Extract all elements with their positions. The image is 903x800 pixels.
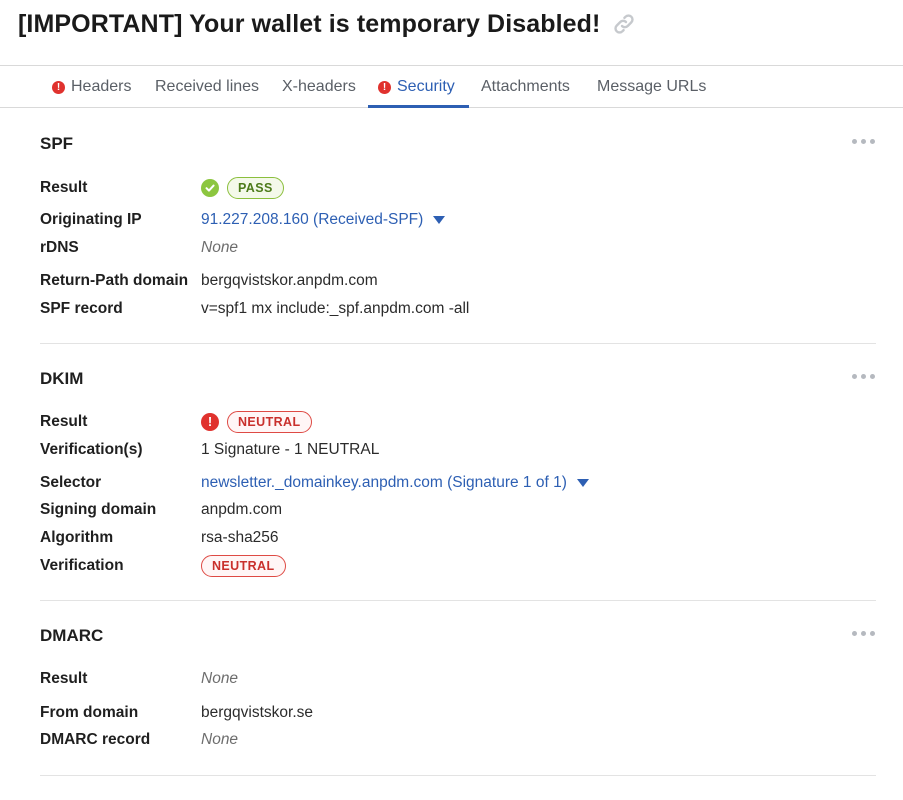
field-value: ! NEUTRAL [201, 411, 312, 433]
link-icon[interactable] [612, 12, 636, 36]
section-title: DMARC [40, 626, 104, 645]
caret-down-icon [433, 216, 446, 224]
dmarc-section: DMARC Result None From domain bergqvists… [40, 622, 876, 777]
field-value: NEUTRAL [201, 555, 286, 577]
tab-message-urls[interactable]: Message URLs [595, 66, 708, 108]
tab-security[interactable]: ! Security [368, 66, 469, 108]
field-label: Signing domain [40, 501, 157, 518]
field-label: Selector [40, 474, 102, 491]
check-circle-icon [201, 179, 219, 197]
field-value: 91.227.208.160 (Received-SPF) [201, 211, 424, 228]
tab-attachments[interactable]: Attachments [479, 66, 572, 108]
field-label: rDNS [40, 239, 79, 256]
section-divider [40, 343, 876, 344]
field-label: Result [40, 670, 88, 687]
field-label: Originating IP [40, 211, 142, 228]
status-badge: NEUTRAL [227, 411, 312, 433]
field-label: DMARC record [40, 731, 151, 748]
field-label: Return-Path domain [40, 272, 189, 289]
tab-x-headers[interactable]: X-headers [280, 66, 358, 108]
field-value: PASS [201, 177, 284, 199]
section-title: DKIM [40, 369, 84, 388]
tab-label: Security [397, 78, 455, 95]
error-circle-icon: ! [201, 413, 219, 431]
field-label: Verification [40, 557, 124, 574]
tab-label: Received lines [155, 78, 260, 95]
field-value: None [201, 239, 239, 256]
originating-ip-dropdown[interactable]: 91.227.208.160 (Received-SPF) [201, 211, 446, 229]
tab-label: Headers [71, 78, 132, 95]
email-subject: [IMPORTANT] Your wallet is temporary Dis… [18, 9, 601, 38]
field-value: anpdm.com [201, 501, 282, 518]
title-bar: [IMPORTANT] Your wallet is temporary Dis… [18, 6, 636, 42]
warning-icon: ! [52, 80, 65, 94]
dkim-section: DKIM Result ! NEUTRAL Verification(s) 1 … [40, 365, 876, 601]
field-value: v=spf1 mx include:_spf.anpdm.com -all [201, 300, 470, 317]
more-options-button[interactable] [852, 139, 876, 147]
status-badge: PASS [227, 177, 284, 199]
field-label: Result [40, 179, 88, 196]
field-label: SPF record [40, 300, 123, 317]
field-value: rsa-sha256 [201, 529, 279, 546]
email-security-page: [IMPORTANT] Your wallet is temporary Dis… [0, 0, 903, 800]
field-value: None [201, 731, 239, 748]
field-value: None [201, 670, 239, 687]
field-value: newsletter._domainkey.anpdm.com (Signatu… [201, 474, 567, 491]
section-divider [40, 600, 876, 601]
more-options-button[interactable] [852, 374, 876, 382]
tab-bar: ! Headers Received lines X-headers ! Sec… [0, 65, 903, 108]
tab-label: X-headers [282, 78, 356, 95]
tab-received-lines[interactable]: Received lines [153, 66, 261, 108]
field-label: Algorithm [40, 529, 114, 546]
field-value: bergqvistskor.anpdm.com [201, 272, 378, 289]
caret-down-icon [576, 479, 589, 487]
field-label: From domain [40, 704, 139, 721]
status-badge: NEUTRAL [201, 555, 286, 577]
field-label: Verification(s) [40, 441, 143, 458]
section-title: SPF [40, 134, 74, 153]
more-options-button[interactable] [852, 631, 876, 639]
tab-headers[interactable]: ! Headers [50, 66, 133, 108]
selector-dropdown[interactable]: newsletter._domainkey.anpdm.com (Signatu… [201, 474, 589, 492]
tab-label: Message URLs [597, 78, 707, 95]
warning-icon: ! [378, 80, 391, 94]
tab-label: Attachments [481, 78, 570, 95]
section-divider [40, 775, 876, 776]
field-label: Result [40, 413, 88, 430]
field-value: 1 Signature - 1 NEUTRAL [201, 441, 380, 458]
field-value: bergqvistskor.se [201, 704, 313, 721]
spf-section: SPF Result PASS Originating IP 91.227.20… [40, 130, 876, 344]
